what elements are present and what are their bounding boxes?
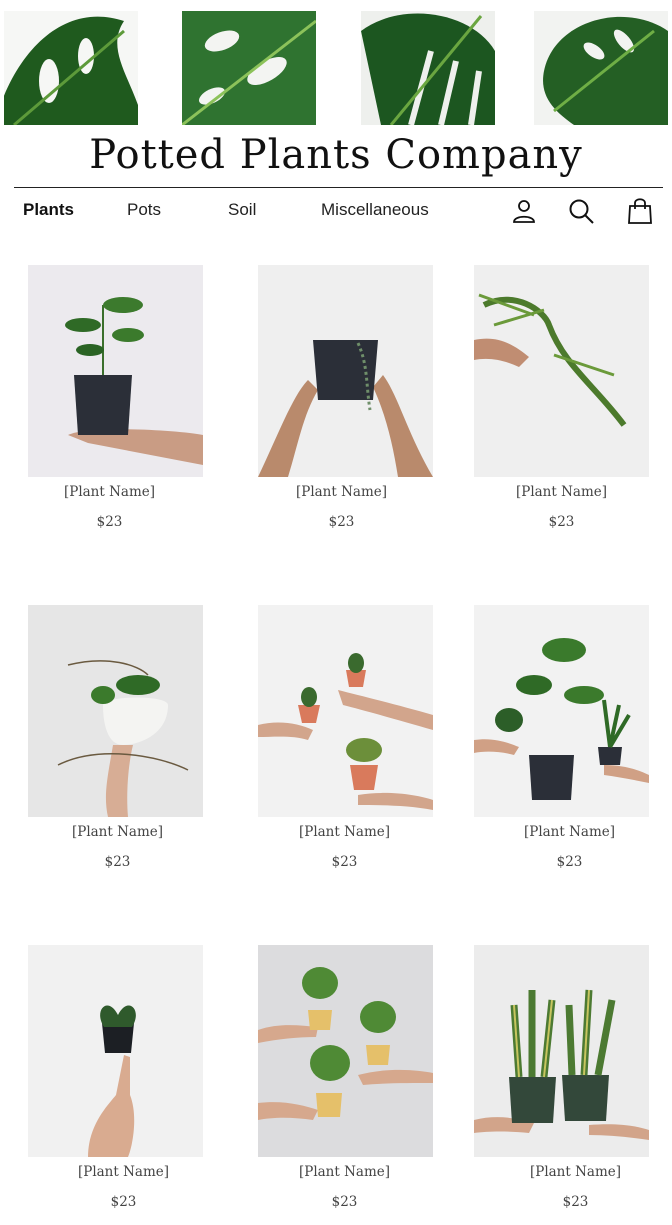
product-name[interactable]: [Plant Name] xyxy=(30,824,205,840)
banner-leaf-image-3 xyxy=(361,11,495,125)
brand-title: Potted Plants Company xyxy=(89,132,583,178)
product-name[interactable]: [Plant Name] xyxy=(482,824,657,840)
product-name[interactable]: [Plant Name] xyxy=(254,484,429,500)
product-name[interactable]: [Plant Name] xyxy=(257,824,432,840)
product-image[interactable] xyxy=(28,945,203,1157)
header-divider xyxy=(14,187,663,188)
product-price: $23 xyxy=(110,1194,137,1210)
product-image[interactable] xyxy=(474,605,649,817)
product-image[interactable] xyxy=(474,265,649,477)
product-name[interactable]: [Plant Name] xyxy=(488,1164,663,1180)
product-name[interactable]: [Plant Name] xyxy=(36,1164,211,1180)
product-price: $23 xyxy=(96,514,123,530)
nav-item-plants[interactable]: Plants xyxy=(23,200,74,220)
banner-leaf-image-4 xyxy=(534,11,668,125)
product-image[interactable] xyxy=(258,605,433,817)
product-name[interactable]: [Plant Name] xyxy=(474,484,649,500)
user-icon[interactable] xyxy=(510,197,538,225)
nav-item-miscellaneous[interactable]: Miscellaneous xyxy=(321,200,429,220)
product-price: $23 xyxy=(328,514,355,530)
nav-item-pots[interactable]: Pots xyxy=(127,200,161,220)
search-icon[interactable] xyxy=(567,197,595,225)
product-image[interactable] xyxy=(258,945,433,1157)
product-name[interactable]: [Plant Name] xyxy=(22,484,197,500)
product-name[interactable]: [Plant Name] xyxy=(257,1164,432,1180)
banner-leaf-image-2 xyxy=(182,11,316,125)
product-image[interactable] xyxy=(28,265,203,477)
product-price: $23 xyxy=(331,1194,358,1210)
product-image[interactable] xyxy=(474,945,649,1157)
product-price: $23 xyxy=(562,1194,589,1210)
product-image[interactable] xyxy=(258,265,433,477)
nav-item-soil[interactable]: Soil xyxy=(228,200,256,220)
product-price: $23 xyxy=(548,514,575,530)
product-image[interactable] xyxy=(28,605,203,817)
product-price: $23 xyxy=(331,854,358,870)
banner-leaf-image-1 xyxy=(4,11,138,125)
shopping-bag-icon[interactable] xyxy=(626,197,654,225)
product-price: $23 xyxy=(104,854,131,870)
product-price: $23 xyxy=(556,854,583,870)
